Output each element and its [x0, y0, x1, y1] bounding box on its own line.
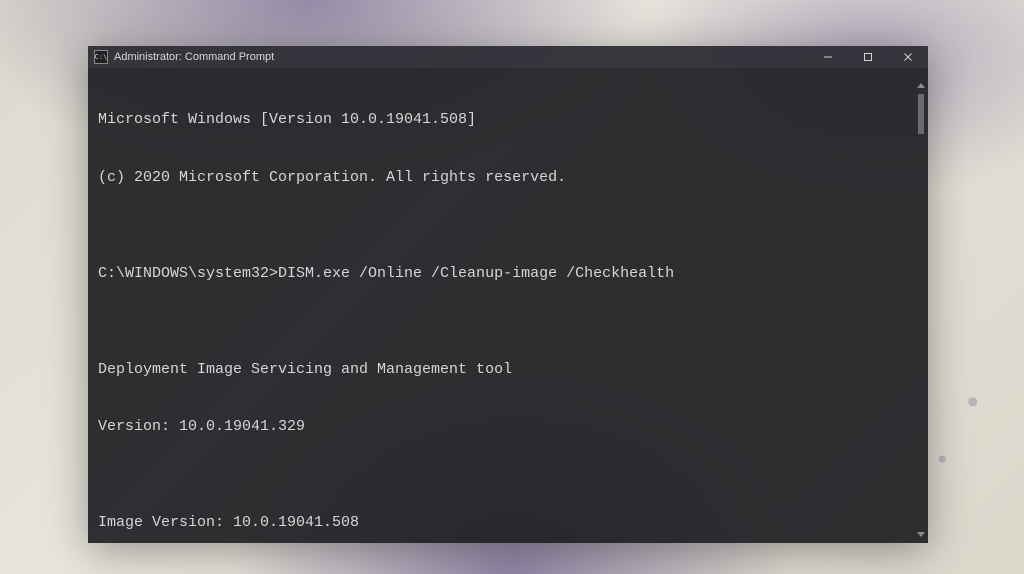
window-controls — [808, 46, 928, 68]
scrollbar[interactable] — [914, 68, 928, 543]
cmd-icon: C:\ — [94, 50, 108, 64]
terminal-line: C:\WINDOWS\system32>DISM.exe /Online /Cl… — [98, 264, 918, 283]
command-prompt-window: C:\ Administrator: Command Prompt Micros… — [88, 46, 928, 543]
maximize-button[interactable] — [848, 46, 888, 68]
terminal-line: Microsoft Windows [Version 10.0.19041.50… — [98, 110, 918, 129]
terminal-line: Version: 10.0.19041.329 — [98, 417, 918, 436]
terminal-line: (c) 2020 Microsoft Corporation. All righ… — [98, 168, 918, 187]
minimize-button[interactable] — [808, 46, 848, 68]
terminal-line: Image Version: 10.0.19041.508 — [98, 513, 918, 532]
scrollbar-thumb[interactable] — [918, 94, 924, 134]
close-button[interactable] — [888, 46, 928, 68]
scrollbar-down-icon[interactable] — [916, 529, 926, 539]
window-title: Administrator: Command Prompt — [114, 51, 274, 63]
titlebar[interactable]: C:\ Administrator: Command Prompt — [88, 46, 928, 68]
scrollbar-up-icon[interactable] — [916, 80, 926, 90]
terminal-line: Deployment Image Servicing and Managemen… — [98, 360, 918, 379]
terminal-output[interactable]: Microsoft Windows [Version 10.0.19041.50… — [88, 68, 928, 543]
